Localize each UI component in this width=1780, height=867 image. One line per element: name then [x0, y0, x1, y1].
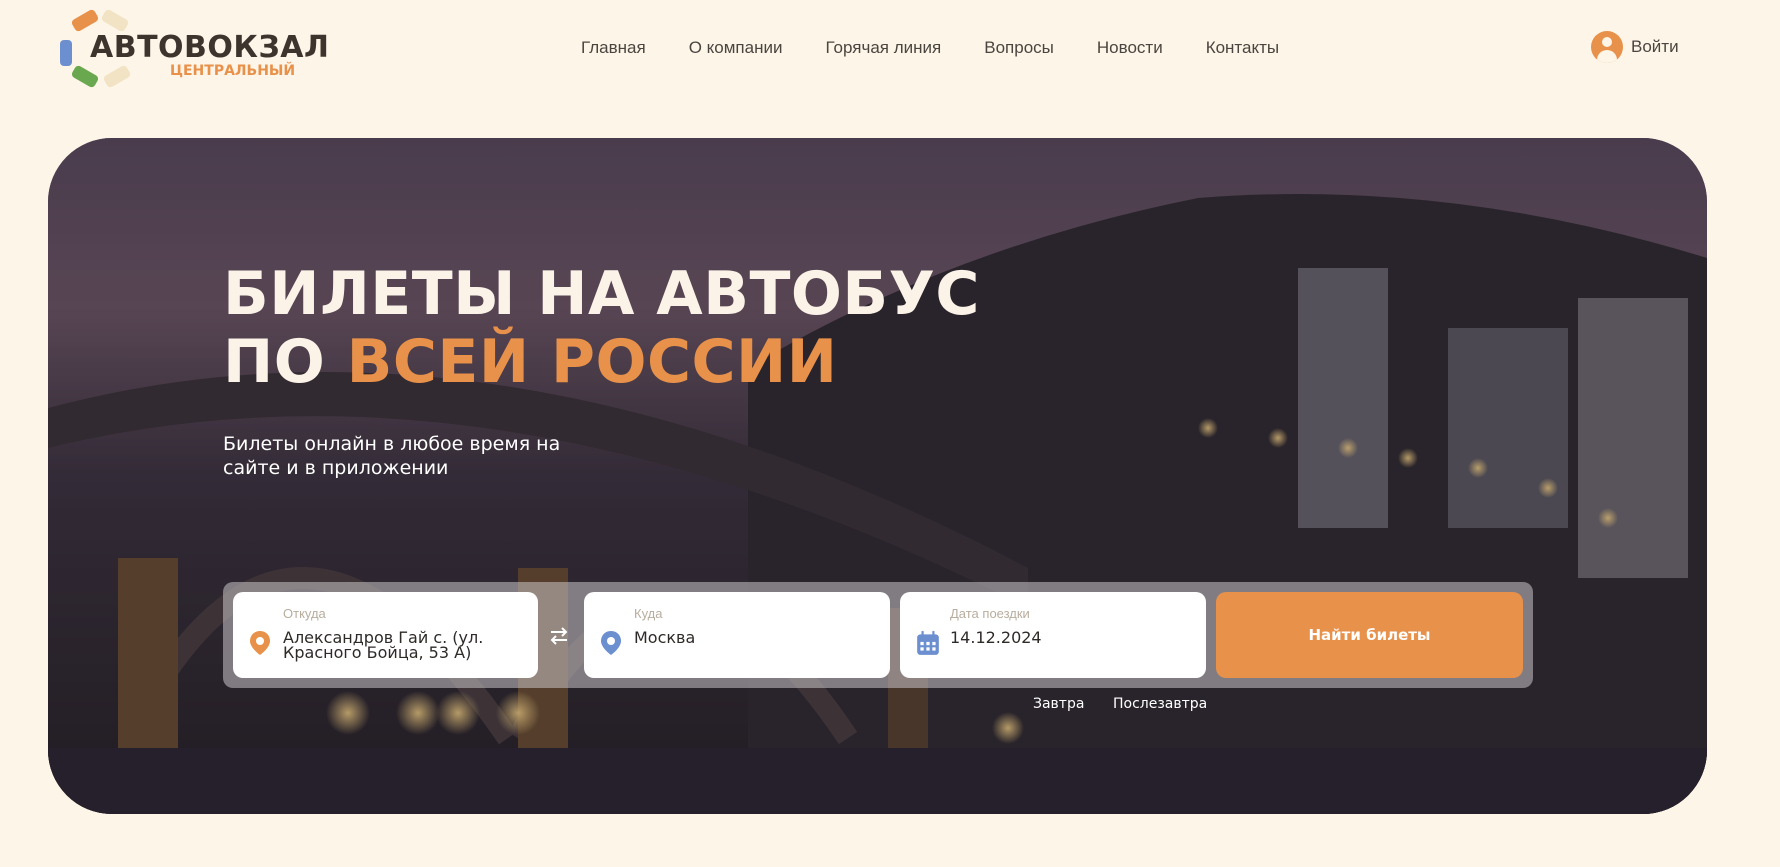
- login-label: Войти: [1631, 37, 1679, 56]
- hero-banner: БИЛЕТЫ НА АВТОБУС ПО ВСЕЙ РОССИИ Билеты …: [48, 138, 1707, 814]
- nav-item-home[interactable]: Главная: [581, 38, 646, 58]
- main-nav: Главная О компании Горячая линия Вопросы…: [581, 38, 1279, 58]
- date-label: Дата поездки: [950, 606, 1030, 621]
- site-logo[interactable]: АВТОВОКЗАЛ ЦЕНТРАЛЬНЫЙ: [60, 8, 329, 89]
- date-field[interactable]: Дата поездки 14.12.2024: [900, 592, 1206, 678]
- from-value: Александров Гай с. (ул. Красного Бойца, …: [283, 628, 484, 662]
- nav-item-faq[interactable]: Вопросы: [984, 38, 1054, 58]
- ticket-search-form: Откуда Александров Гай с. (ул. Красного …: [223, 582, 1533, 688]
- logo-title: АВТОВОКЗАЛ: [90, 30, 330, 65]
- calendar-icon: [917, 631, 939, 655]
- map-pin-icon: [601, 631, 621, 655]
- from-label: Откуда: [283, 606, 326, 621]
- hero-title-line1: БИЛЕТЫ НА АВТОБУС: [223, 259, 980, 329]
- user-icon: [1591, 31, 1623, 63]
- swap-arrows-icon[interactable]: [547, 624, 571, 648]
- from-field[interactable]: Откуда Александров Гай с. (ул. Красного …: [233, 592, 538, 678]
- nav-item-news[interactable]: Новости: [1097, 38, 1163, 58]
- nav-item-contacts[interactable]: Контакты: [1206, 38, 1279, 58]
- to-field[interactable]: Куда Москва: [584, 592, 890, 678]
- login-button[interactable]: Войти: [1591, 31, 1679, 63]
- date-value: 14.12.2024: [950, 628, 1042, 647]
- to-value: Москва: [634, 628, 696, 647]
- logo-subtitle: ЦЕНТРАЛЬНЫЙ: [170, 63, 296, 79]
- nav-item-about[interactable]: О компании: [689, 38, 783, 58]
- nav-item-hotline[interactable]: Горячая линия: [825, 38, 941, 58]
- quick-date-day-after[interactable]: Послезавтра: [1113, 696, 1207, 712]
- quick-date-tomorrow[interactable]: Завтра: [1033, 696, 1084, 712]
- hero-title: БИЛЕТЫ НА АВТОБУС ПО ВСЕЙ РОССИИ: [223, 260, 980, 396]
- find-tickets-button[interactable]: Найти билеты: [1216, 592, 1523, 678]
- to-label: Куда: [634, 606, 663, 621]
- hero-title-accent: ВСЕЙ РОССИИ: [346, 327, 838, 397]
- map-pin-icon: [250, 631, 270, 655]
- hero-subtitle: Билеты онлайн в любое время на сайте и в…: [223, 433, 561, 479]
- hero-title-line2-prefix: ПО: [223, 327, 347, 397]
